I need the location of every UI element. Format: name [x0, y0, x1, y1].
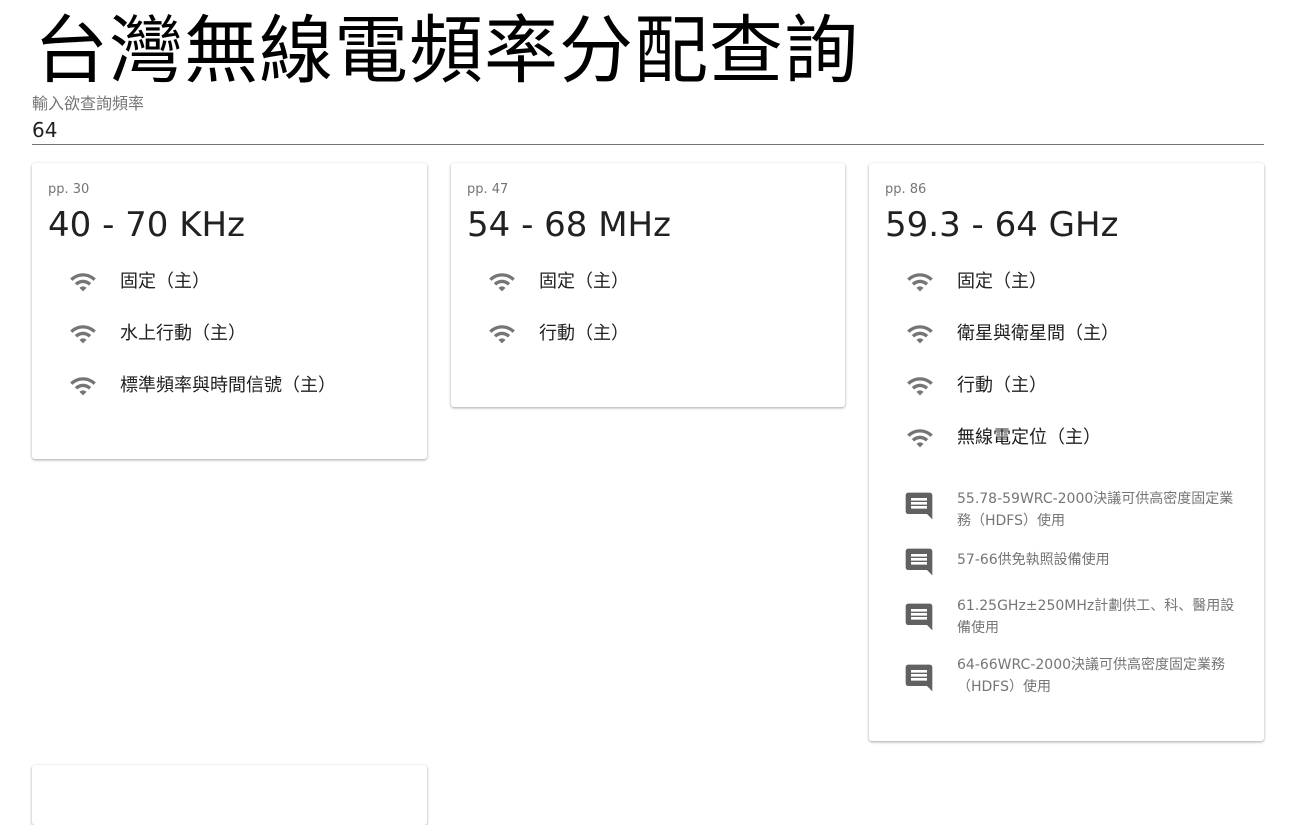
wifi-icon — [907, 273, 933, 292]
service-item: 行動（主） — [869, 360, 1264, 412]
service-list: 固定（主） 水上行動（主） 標準頻率與時間信號（主） — [32, 256, 427, 412]
search-label: 輸入欲查詢頻率 — [32, 94, 145, 113]
service-item: 水上行動（主） — [32, 308, 427, 360]
note-list: 55.78-59WRC-2000決議可供高密度固定業務（HDFS）使用 57-6… — [869, 484, 1264, 702]
service-list: 固定（主） 行動（主） — [451, 256, 845, 360]
service-item: 標準頻率與時間信號（主） — [32, 360, 427, 412]
frequency-search: 輸入欲查詢頻率 — [32, 94, 1264, 150]
service-item: 行動（主） — [451, 308, 845, 360]
allocation-card: pp. 47 54 - 68 MHz 固定（主） 行動（主） — [451, 163, 845, 407]
service-label: 衛星與衛星間（主） — [957, 323, 1119, 344]
frequency-input[interactable] — [32, 116, 1264, 145]
page-title: 台灣無線電頻率分配查詢 — [34, 8, 859, 94]
wifi-icon — [907, 429, 933, 448]
service-item: 固定（主） — [451, 256, 845, 308]
comment-icon — [905, 664, 933, 692]
service-label: 水上行動（主） — [120, 323, 246, 344]
page-reference: pp. 86 — [885, 182, 927, 197]
note-item: 64-66WRC-2000決議可供高密度固定業務（HDFS）使用 — [869, 644, 1264, 702]
frequency-range: 59.3 - 64 GHz — [885, 205, 1119, 245]
wifi-icon — [907, 377, 933, 396]
service-label: 固定（主） — [120, 271, 210, 292]
wifi-icon — [489, 325, 515, 344]
note-item: 55.78-59WRC-2000決議可供高密度固定業務（HDFS）使用 — [869, 484, 1264, 541]
service-label: 行動（主） — [539, 323, 629, 344]
service-item: 固定（主） — [32, 256, 427, 308]
service-item: 無線電定位（主） — [869, 412, 1264, 464]
note-text: 57-66供免執照設備使用 — [957, 552, 1110, 568]
service-label: 行動（主） — [957, 375, 1047, 396]
page-reference: pp. 47 — [467, 182, 509, 197]
wifi-icon — [70, 377, 96, 396]
wifi-icon — [70, 273, 96, 292]
allocation-card: pp. 30 40 - 70 KHz 固定（主） 水上行動（主） 標準頻率與時間… — [32, 163, 427, 459]
note-text: 64-66WRC-2000決議可供高密度固定業務（HDFS）使用 — [957, 657, 1226, 695]
allocation-card: pp. 86 59.3 - 64 GHz 固定（主） 衛星與衛星間（主） 行動（… — [869, 163, 1264, 741]
service-label: 固定（主） — [957, 271, 1047, 292]
page-reference: pp. 30 — [48, 182, 90, 197]
service-label: 固定（主） — [539, 271, 629, 292]
service-label: 標準頻率與時間信號（主） — [120, 375, 336, 396]
allocation-card — [32, 765, 427, 825]
note-item: 57-66供免執照設備使用 — [869, 541, 1264, 586]
frequency-range: 40 - 70 KHz — [48, 205, 245, 245]
wifi-icon — [70, 325, 96, 344]
wifi-icon — [489, 273, 515, 292]
comment-icon — [905, 603, 933, 631]
comment-icon — [905, 492, 933, 520]
service-item: 固定（主） — [869, 256, 1264, 308]
note-item: 61.25GHz±250MHz計劃供工、科、醫用設備使用 — [869, 586, 1264, 644]
service-label: 無線電定位（主） — [957, 427, 1101, 448]
service-list: 固定（主） 衛星與衛星間（主） 行動（主） 無線電定位（主） — [869, 256, 1264, 464]
wifi-icon — [907, 325, 933, 344]
service-item: 衛星與衛星間（主） — [869, 308, 1264, 360]
note-text: 61.25GHz±250MHz計劃供工、科、醫用設備使用 — [957, 598, 1235, 636]
comment-icon — [905, 548, 933, 576]
frequency-range: 54 - 68 MHz — [467, 205, 671, 245]
note-text: 55.78-59WRC-2000決議可供高密度固定業務（HDFS）使用 — [957, 491, 1234, 529]
